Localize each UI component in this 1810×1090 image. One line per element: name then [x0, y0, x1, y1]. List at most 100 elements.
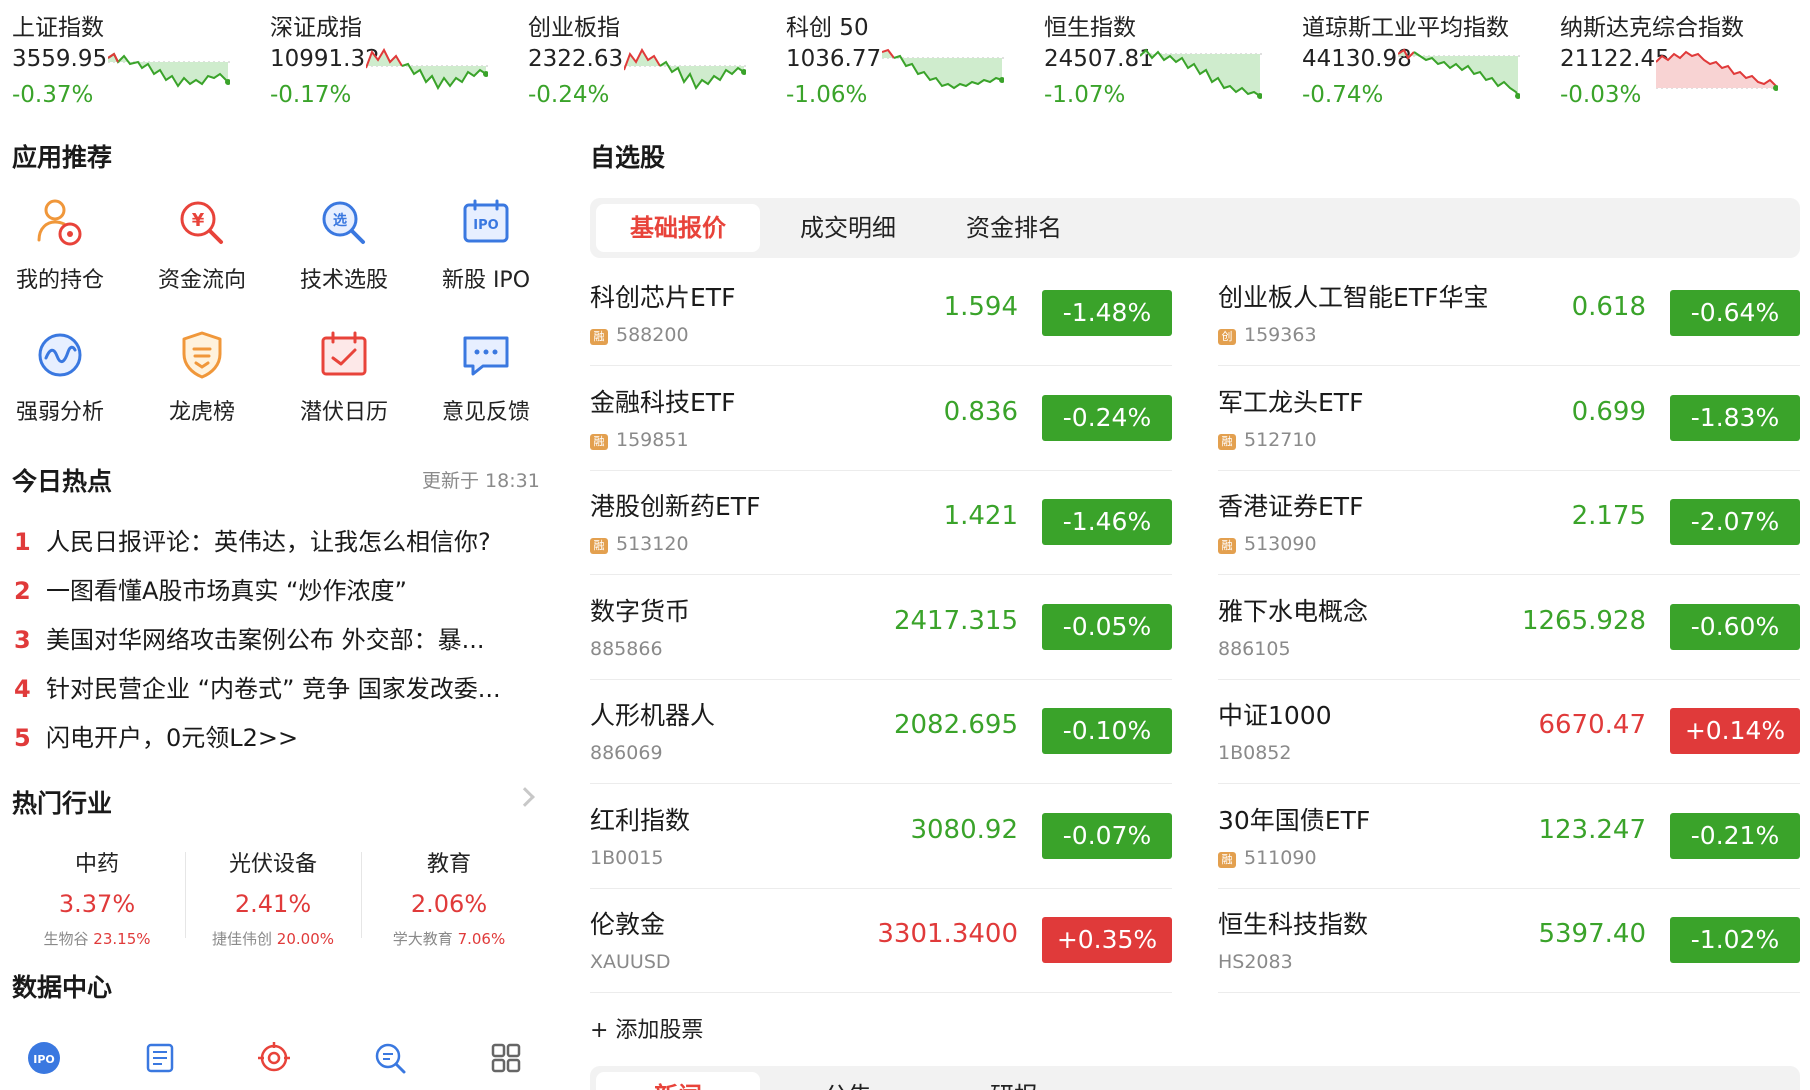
add-stock-button[interactable]: + 添加股票 [590, 1012, 703, 1044]
app-dragon-tiger-list[interactable]: 龙虎榜 [134, 328, 270, 448]
index-card[interactable]: 深证成指 10991.32 -0.17% [258, 0, 516, 118]
app-label: 意见反馈 [441, 400, 530, 425]
ipo-badge-icon[interactable]: IPO [26, 1040, 62, 1076]
watchlist-row[interactable]: 创业板人工智能ETF华宝创 159363 0.618 -0.64% [1218, 262, 1800, 366]
index-card[interactable]: 科创 50 1036.77 -1.06% [774, 0, 1032, 118]
change-badge[interactable]: -1.83% [1670, 394, 1800, 441]
industry-pct: 3.37% [58, 890, 136, 918]
stock-code: 1B0015 [590, 846, 664, 869]
watchlist-row[interactable]: 香港证券ETF 融 513090 2.175 -2.07% [1218, 471, 1800, 575]
grid-icon[interactable] [488, 1040, 524, 1076]
search-list-icon[interactable] [372, 1040, 408, 1076]
index-card[interactable]: 创业板指 2322.63 -0.24% [516, 0, 774, 118]
index-card[interactable]: 道琼斯工业平均指数 44130.98 -0.74% [1290, 0, 1548, 118]
change-badge[interactable]: -0.60% [1670, 603, 1800, 650]
person-coin-icon [37, 199, 82, 246]
index-sparkline [1656, 50, 1778, 91]
stock-price: 1265.928 [1521, 605, 1646, 636]
index-card[interactable]: 恒生指数 24507.81 -1.07% [1032, 0, 1290, 118]
change-badge[interactable]: -0.21% [1670, 812, 1800, 859]
change-badge[interactable]: -0.07% [1042, 812, 1172, 859]
stock-name: 数字货币 [590, 596, 691, 626]
stock-name: 金融科技ETF [590, 387, 736, 417]
stock-price: 3080.92 [910, 814, 1018, 845]
change-badge[interactable]: -0.64% [1670, 290, 1800, 336]
stock-code: 融 159851 [590, 429, 689, 451]
watchlist-row[interactable]: 雅下水电概念 886105 1265.928 -0.60% [1218, 576, 1800, 680]
change-badge[interactable]: -2.07% [1670, 499, 1800, 545]
hot-text: 闪电开户，0元领L2>> [46, 724, 299, 752]
change-badge[interactable]: -1.48% [1042, 290, 1172, 336]
stock-name: 中证1000 [1218, 701, 1332, 730]
stock-name: 伦敦金 [590, 910, 666, 939]
margin-tag: 融 [590, 538, 608, 554]
svg-text:¥: ¥ [192, 210, 205, 231]
app-label: 技术选股 [299, 268, 388, 293]
change-badge[interactable]: +0.35% [1042, 917, 1172, 963]
app-new-ipo[interactable]: IPO 新股 IPO [418, 196, 554, 316]
index-card[interactable]: 纳斯达克综合指数 21122.45 -0.03% [1548, 0, 1806, 118]
watchlist-row[interactable]: 30年国债ETF 融 511090 123.247 -0.21% [1218, 785, 1800, 889]
margin-tag: 融 [590, 433, 608, 450]
stock-name: 军工龙头ETF [1218, 387, 1364, 417]
tab-research-reports[interactable]: 研报 [932, 1072, 1096, 1090]
watchlist-row[interactable]: 红利指数 1B0015 3080.92 -0.07% [590, 785, 1172, 889]
svg-text:IPO: IPO [473, 218, 498, 233]
tab-trade-detail[interactable]: 成交明细 [766, 204, 930, 252]
watchlist-row[interactable]: 金融科技ETF 融 159851 0.836 -0.24% [590, 367, 1172, 471]
tab-announcements[interactable]: 公告 [766, 1072, 930, 1090]
index-price: 3559.95 [12, 46, 108, 72]
hot-news-item[interactable]: 5 闪电开户，0元领L2>> [14, 718, 538, 762]
tab-basic-quote[interactable]: 基础报价 [596, 204, 760, 252]
app-strength-analysis[interactable]: 强弱分析 [0, 328, 128, 448]
watchlist-row[interactable]: 数字货币 885866 2417.315 -0.05% [590, 576, 1172, 680]
app-label: 强弱分析 [15, 400, 104, 425]
watchlist-row[interactable]: 恒生科技指数 HS2083 5397.40 -1.02% [1218, 889, 1800, 993]
app-tech-screener[interactable]: 选 技术选股 [276, 196, 412, 316]
app-ambush-calendar[interactable]: 潜伏日历 [276, 328, 412, 448]
target-icon[interactable] [256, 1040, 292, 1076]
hot-news-item[interactable]: 4 针对民营企业 “内卷式” 竞争 国家发改委... [14, 669, 538, 713]
index-price: 21122.45 [1560, 46, 1670, 72]
index-name: 创业板指 [528, 15, 620, 41]
watchlist-row[interactable]: 科创芯片ETF 融 588200 1.594 -1.48% [590, 262, 1172, 366]
stock-code: 融 513120 [590, 533, 689, 555]
index-price: 2322.63 [528, 46, 624, 72]
stock-name: 恒生科技指数 [1218, 910, 1369, 939]
app-fund-flow[interactable]: ¥ 资金流向 [134, 196, 270, 316]
index-card[interactable]: 上证指数 3559.95 -0.37% [0, 0, 258, 118]
stock-price: 2082.695 [893, 710, 1018, 740]
tab-news[interactable]: 新闻 [596, 1072, 760, 1090]
svg-text:选: 选 [333, 212, 347, 229]
watchlist-row[interactable]: 军工龙头ETF 融 512710 0.699 -1.83% [1218, 367, 1800, 471]
change-badge[interactable]: -1.46% [1042, 499, 1172, 545]
yuan-search-icon: ¥ [180, 201, 223, 244]
industry-card[interactable]: 光伏设备 2.41% 捷佳伟创 20.00% [184, 846, 362, 956]
hot-news-item[interactable]: 3 美国对华网络攻击案例公布 外交部：暴... [14, 620, 538, 664]
stock-price: 1.421 [943, 501, 1018, 531]
app-my-holdings[interactable]: 我的持仓 [0, 196, 128, 316]
app-label: 新股 IPO [441, 268, 531, 293]
chevron-right-icon[interactable] [515, 787, 535, 807]
watchlist-row[interactable]: 人形机器人 886069 2082.695 -0.10% [590, 680, 1172, 784]
change-badge[interactable]: -0.24% [1042, 394, 1172, 441]
hot-today-updated: 更新于 18:31 [422, 470, 540, 492]
industry-name: 光伏设备 [228, 852, 317, 877]
app-feedback[interactable]: 意见反馈 [418, 328, 554, 448]
change-badge[interactable]: -0.05% [1042, 603, 1172, 650]
watchlist-row[interactable]: 港股创新药ETF 融 513120 1.421 -1.46% [590, 471, 1172, 575]
industry-card[interactable]: 中药 3.37% 生物谷 23.15% [8, 846, 186, 956]
hot-news-item[interactable]: 2 一图看懂A股市场真实 “炒作浓度” [14, 571, 538, 615]
watchlist-row[interactable]: 伦敦金 XAUUSD 3301.3400 +0.35% [590, 889, 1172, 993]
industry-card[interactable]: 教育 2.06% 学大教育 7.06% [360, 846, 538, 956]
change-badge[interactable]: +0.14% [1670, 708, 1800, 754]
change-badge[interactable]: -0.10% [1042, 708, 1172, 754]
hot-news-item[interactable]: 1 人民日报评论：英伟达，让我怎么相信你? [14, 522, 538, 566]
watchlist-row[interactable]: 中证1000 1B0852 6670.47 +0.14% [1218, 680, 1800, 784]
tab-fund-ranking[interactable]: 资金排名 [932, 204, 1096, 252]
index-strip: 上证指数 3559.95 -0.37% 深证成指 10991.32 -0.17%… [0, 0, 1810, 118]
change-badge[interactable]: -1.02% [1670, 917, 1800, 963]
index-name: 深证成指 [270, 15, 362, 41]
report-icon[interactable] [142, 1040, 178, 1076]
hot-rank: 4 [14, 675, 31, 703]
